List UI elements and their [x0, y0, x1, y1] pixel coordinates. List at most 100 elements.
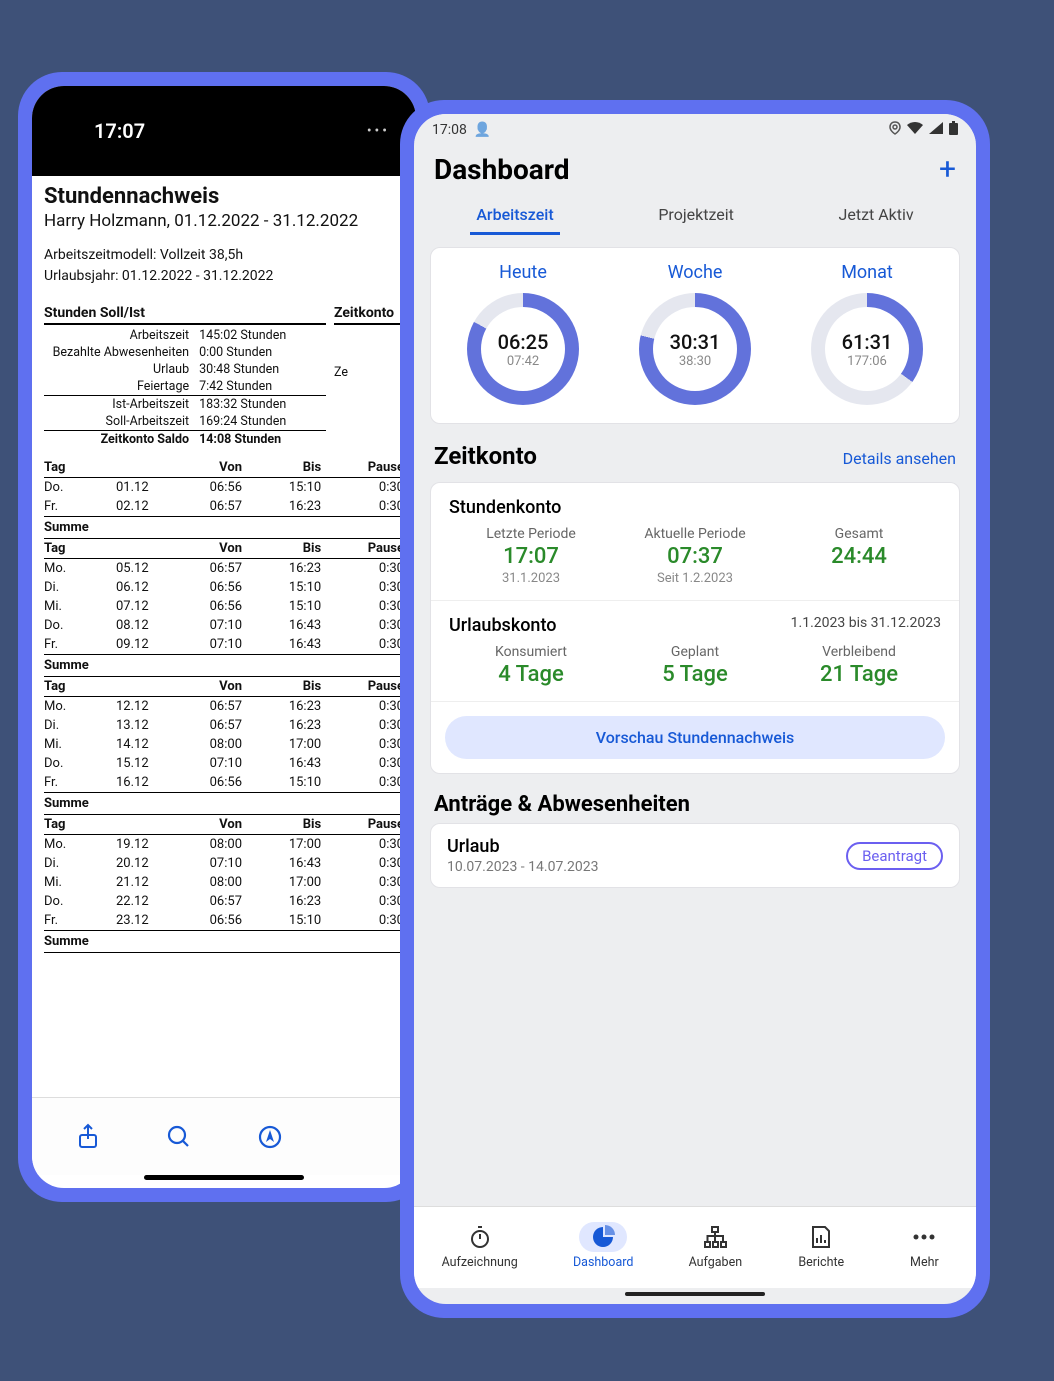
soll-row: Bezahlte Abwesenheiten0:00 Stunden	[44, 344, 326, 361]
summe-row: Summe	[44, 655, 404, 677]
add-button[interactable]: +	[939, 152, 956, 187]
phone-ios: 17:07 ••• Stundennachweis Harry Holzmann…	[18, 72, 430, 1202]
phone-ios-screen: 17:07 ••• Stundennachweis Harry Holzmann…	[32, 86, 416, 1188]
gauge-heute[interactable]: Heute 06:25 07:42	[467, 262, 579, 405]
urlaub-range: 1.1.2023 bis 31.12.2023	[791, 615, 941, 631]
details-link[interactable]: Details ansehen	[843, 449, 956, 468]
day-row: Fr.02.1206:5716:230:30	[44, 497, 404, 517]
urlaub-col: Verbleibend21 Tage	[777, 644, 941, 687]
day-table-container: TagVonBisPauseDo.01.1206:5615:100:30Fr.0…	[44, 458, 404, 953]
nav-berichte[interactable]: Berichte	[797, 1222, 845, 1270]
requests-heading: Anträge & Abwesenheiten	[434, 792, 956, 817]
gauge-ring: 61:31 177:06	[811, 293, 923, 405]
day-row: Fr.16.1206:5615:100:30	[44, 773, 404, 793]
soll-row: Ist-Arbeitszeit183:32 Stunden	[44, 396, 326, 414]
week-table: TagVonBisPauseMo.05.1206:5716:230:30Di.0…	[44, 539, 404, 677]
nav-label: Dashboard	[573, 1255, 633, 1270]
gauge-ring: 06:25 07:42	[467, 293, 579, 405]
soll-table: Arbeitszeit145:02 StundenBezahlte Abwese…	[44, 327, 326, 448]
status-time: 17:08 👤	[432, 122, 491, 138]
urlaubskonto-zone: Urlaubskonto 1.1.2023 bis 31.12.2023 Kon…	[431, 601, 959, 702]
day-row: Mi.07.1206:5615:100:30	[44, 597, 404, 616]
page-title: Dashboard	[434, 153, 570, 186]
report-year: Urlaubsjahr: 01.12.2022 - 31.12.2022	[44, 266, 404, 287]
nav-label: Mehr	[900, 1255, 948, 1270]
nav-aufgaben[interactable]: Aufgaben	[689, 1222, 743, 1270]
android-home-indicator[interactable]	[625, 1292, 765, 1296]
phone-android: 17:08 👤 Dashboard + Ar	[400, 100, 990, 1318]
stundenkonto-title: Stundenkonto	[449, 497, 941, 518]
request-card[interactable]: Urlaub 10.07.2023 - 14.07.2023 Beantragt	[430, 823, 960, 888]
tree-icon	[691, 1222, 739, 1252]
search-icon[interactable]	[164, 1122, 194, 1152]
ios-status-bar: 17:07 •••	[32, 86, 416, 176]
status-dots-icon: •••	[367, 123, 396, 139]
preview-button[interactable]: Vorschau Stundennachweis	[445, 716, 945, 759]
day-row: Di.20.1207:1016:430:30	[44, 854, 404, 873]
gauge-ring: 30:31 38:30	[639, 293, 751, 405]
week-table: TagVonBisPauseMo.19.1208:0017:000:30Di.2…	[44, 815, 404, 953]
status-time: 17:07	[52, 119, 145, 143]
day-row: Di.06.1206:5615:100:30	[44, 578, 404, 597]
ios-toolbar	[32, 1097, 416, 1175]
battery-icon	[949, 121, 958, 139]
gauge-target: 07:42	[507, 354, 539, 369]
zeitkonto-section-header: Zeitkonto Details ansehen	[434, 442, 956, 470]
share-icon[interactable]	[73, 1122, 103, 1152]
week-table: TagVonBisPauseMo.12.1206:5716:230:30Di.1…	[44, 677, 404, 815]
soll-row: Soll-Arbeitszeit169:24 Stunden	[44, 413, 326, 431]
nav-aufzeichnung[interactable]: Aufzeichnung	[442, 1222, 518, 1270]
user-icon: 👤	[470, 122, 491, 138]
report-model: Arbeitszeitmodell: Vollzeit 38,5h	[44, 245, 404, 266]
gauge-value: 30:31	[670, 330, 721, 354]
marker-icon[interactable]	[255, 1122, 285, 1152]
tab-projektzeit[interactable]: Projektzeit	[652, 197, 740, 235]
gauge-woche[interactable]: Woche 30:31 38:30	[639, 262, 751, 405]
soll-row: Arbeitszeit145:02 Stunden	[44, 327, 326, 344]
gauges-card: Heute 06:25 07:42 Woche 30:31 38:30 Mona…	[430, 247, 960, 424]
soll-row: Zeitkonto Saldo14:08 Stunden	[44, 431, 326, 449]
report-title: Stundennachweis	[44, 184, 404, 209]
request-title: Urlaub	[447, 836, 598, 857]
bottom-nav: Aufzeichnung Dashboard Aufgaben Berichte Meh…	[414, 1206, 976, 1288]
stopwatch-icon	[456, 1222, 504, 1252]
day-row: Do.22.1206:5716:230:30	[44, 892, 404, 911]
phone-android-screen: 17:08 👤 Dashboard + Ar	[414, 114, 976, 1304]
summe-row: Summe	[44, 517, 404, 539]
dots-icon	[900, 1222, 948, 1252]
nav-label: Berichte	[797, 1255, 845, 1270]
nav-label: Aufgaben	[689, 1255, 743, 1270]
ios-home-indicator[interactable]	[144, 1175, 304, 1180]
chart-icon	[579, 1222, 627, 1252]
soll-section-header-row: Stunden Soll/Ist Arbeitszeit145:02 Stund…	[44, 305, 404, 458]
tab-jetzt-aktiv[interactable]: Jetzt Aktiv	[833, 197, 920, 235]
report-document: Stundennachweis Harry Holzmann, 01.12.20…	[32, 176, 416, 1097]
day-row: Di.13.1206:5716:230:30	[44, 716, 404, 735]
nav-label: Aufzeichnung	[442, 1255, 518, 1270]
report-subtitle: Harry Holzmann, 01.12.2022 - 31.12.2022	[44, 211, 404, 231]
dashboard-content: Heute 06:25 07:42 Woche 30:31 38:30 Mona…	[414, 235, 976, 1206]
gauge-target: 177:06	[847, 354, 887, 369]
day-row: Do.15.1207:1016:430:30	[44, 754, 404, 773]
zeitkonto-heading: Zeitkonto	[334, 305, 404, 325]
urlaub-col: Konsumiert4 Tage	[449, 644, 613, 687]
nav-dashboard[interactable]: Dashboard	[573, 1222, 633, 1270]
day-row: Mi.14.1208:0017:000:30	[44, 735, 404, 754]
soll-row: Feiertage7:42 Stunden	[44, 378, 326, 396]
tab-bar: Arbeitszeit Projektzeit Jetzt Aktiv	[414, 193, 976, 235]
zeitkonto-card: Stundenkonto Letzte Periode17:0731.1.202…	[430, 482, 960, 774]
nav-mehr[interactable]: Mehr	[900, 1222, 948, 1270]
request-dates: 10.07.2023 - 14.07.2023	[447, 859, 598, 875]
soll-heading: Stunden Soll/Ist	[44, 305, 326, 325]
gauge-target: 38:30	[679, 354, 711, 369]
summe-row: Summe	[44, 793, 404, 815]
wifi-icon	[907, 122, 923, 138]
week-table: TagVonBisPauseDo.01.1206:5615:100:30Fr.0…	[44, 458, 404, 539]
status-badge: Beantragt	[846, 842, 943, 870]
day-row: Do.08.1207:1016:430:30	[44, 616, 404, 635]
tab-arbeitszeit[interactable]: Arbeitszeit	[470, 197, 559, 235]
location-icon	[889, 121, 901, 139]
gauge-monat[interactable]: Monat 61:31 177:06	[811, 262, 923, 405]
urlaubskonto-title: Urlaubskonto 1.1.2023 bis 31.12.2023	[449, 615, 941, 636]
day-row: Fr.23.1206:5615:100:30	[44, 911, 404, 931]
